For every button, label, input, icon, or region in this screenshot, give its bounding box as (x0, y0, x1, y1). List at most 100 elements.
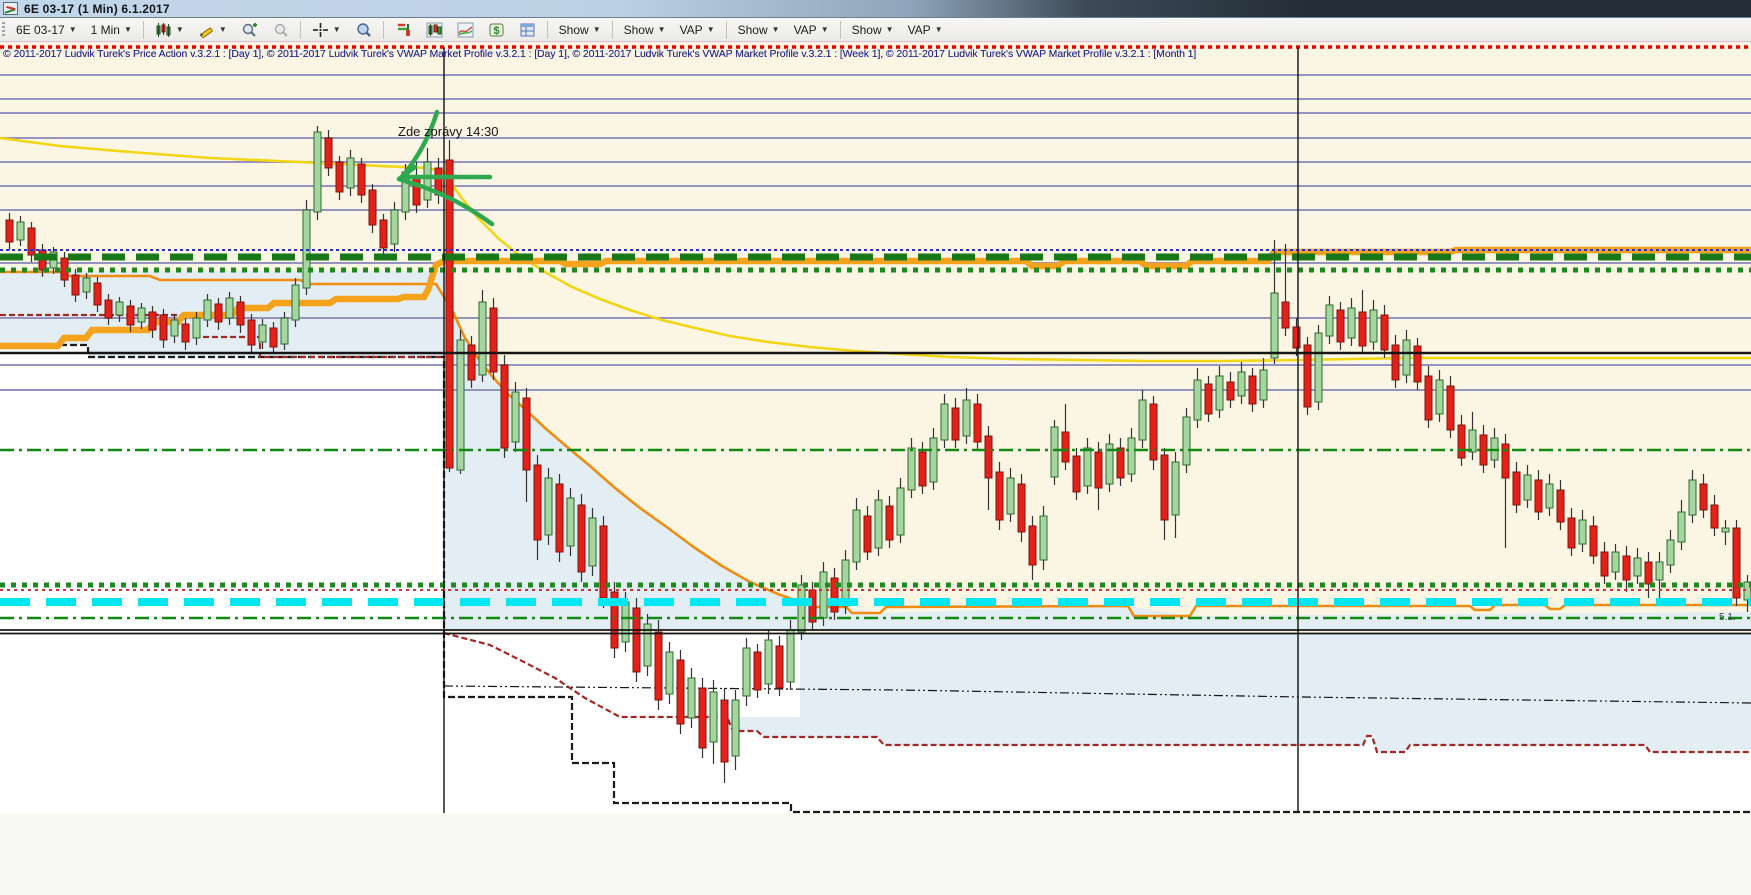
candle (1534, 479, 1543, 513)
bars-indicator-icon (397, 23, 410, 36)
show-menu-4[interactable]: Show ▼ (845, 20, 901, 40)
toolbar-separator (142, 20, 144, 39)
toolbar-separator (839, 20, 841, 39)
vap-menu-4[interactable]: VAP ▼ (901, 20, 950, 40)
vap-menu-3[interactable]: VAP ▼ (787, 20, 836, 40)
candle (1611, 551, 1620, 573)
candle (148, 311, 157, 331)
interval-label: 1 Min (90, 22, 120, 37)
candle (1314, 332, 1323, 403)
candle (962, 399, 971, 437)
chevron-down-icon: ▼ (885, 24, 894, 34)
candle (973, 403, 982, 443)
candle (445, 159, 454, 469)
candle (269, 327, 278, 348)
candle (5, 219, 14, 243)
bars-indicator-button[interactable] (388, 19, 419, 41)
show-menu-2[interactable]: Show ▼ (617, 20, 673, 40)
app-chart-icon (3, 2, 18, 15)
candle (1578, 519, 1587, 545)
candle (1688, 479, 1697, 516)
chevron-down-icon: ▼ (332, 24, 341, 34)
candle (1171, 461, 1180, 516)
dollar-button[interactable]: $ (481, 19, 512, 41)
candle (1710, 504, 1719, 529)
candle (1666, 539, 1675, 566)
crosshair-button[interactable]: ▼ (305, 19, 348, 41)
candle (1138, 399, 1147, 441)
candle (1116, 447, 1125, 479)
value-area-fill-low-right (727, 633, 1751, 752)
show-menu-1[interactable]: Show ▼ (552, 20, 608, 40)
candle (1039, 515, 1048, 561)
candle (951, 407, 960, 441)
dollar-icon: $ (489, 23, 504, 37)
show-label: Show (558, 22, 589, 37)
candle (753, 651, 762, 691)
candle (203, 299, 212, 321)
toolbar-grip-icon[interactable] (2, 21, 5, 38)
toolbar-separator (725, 20, 727, 39)
candle (1259, 369, 1268, 401)
candle (1369, 309, 1378, 343)
candle (346, 157, 355, 189)
candle (104, 299, 113, 319)
candle (1325, 304, 1334, 337)
chevron-down-icon: ▼ (771, 24, 780, 34)
toolbar-separator (299, 20, 301, 39)
candle (1061, 431, 1070, 463)
candle (709, 691, 718, 743)
candle (1028, 525, 1037, 566)
toolbar-separator (382, 20, 384, 39)
chart-panel[interactable]: © 2011-2017 Ludvik Turek's Price Action … (0, 42, 1751, 895)
candle (280, 317, 289, 345)
zoom-out-button[interactable] (265, 19, 296, 41)
show-label: Show (623, 22, 654, 37)
data-table-icon (520, 23, 535, 36)
candle (258, 324, 267, 343)
chart-style-button[interactable]: ▼ (148, 19, 191, 41)
candle (687, 677, 696, 719)
data-table-button[interactable] (512, 19, 543, 41)
candle (929, 437, 938, 483)
svg-text:$: $ (493, 25, 499, 37)
candle (1358, 311, 1367, 347)
candle (896, 487, 905, 536)
vap-menu-2[interactable]: VAP ▼ (673, 20, 722, 40)
instrument-selector[interactable]: 6E 03-17 ▼ (9, 20, 84, 40)
candles-indicator-button[interactable] (419, 19, 450, 41)
candle (291, 284, 300, 321)
candle (1567, 517, 1576, 549)
candle (159, 314, 168, 341)
candle (1072, 455, 1081, 493)
instrument-label: 6E 03-17 (16, 22, 65, 37)
candle (621, 601, 630, 643)
show-menu-3[interactable]: Show ▼ (731, 20, 787, 40)
candle (1402, 339, 1411, 376)
candle (1633, 557, 1642, 577)
candle (1435, 379, 1444, 415)
draw-tool-button[interactable]: ▼ (191, 19, 234, 41)
interval-selector[interactable]: 1 Min ▼ (84, 20, 139, 40)
candle (1545, 483, 1554, 509)
candle (1248, 375, 1257, 405)
show-label: Show (851, 22, 882, 37)
candle (1204, 383, 1213, 415)
zoom-in-button[interactable] (234, 19, 265, 41)
candle (907, 447, 916, 491)
candle (1655, 561, 1664, 581)
price-chart-canvas[interactable] (0, 42, 1751, 895)
area-chart-button[interactable] (450, 19, 481, 41)
candle (522, 397, 531, 471)
candle (1292, 326, 1301, 349)
candle (852, 509, 861, 563)
magnifier-button[interactable] (348, 19, 379, 41)
candle (797, 584, 806, 633)
candle (357, 163, 366, 196)
candles-indicator-icon (426, 22, 443, 37)
chevron-down-icon: ▼ (706, 24, 715, 34)
chart-style-icon (156, 22, 171, 37)
candle (1589, 525, 1598, 557)
chevron-down-icon: ▼ (592, 24, 601, 34)
news-annotation-text: Zde zprávy 14:30 (398, 124, 499, 139)
